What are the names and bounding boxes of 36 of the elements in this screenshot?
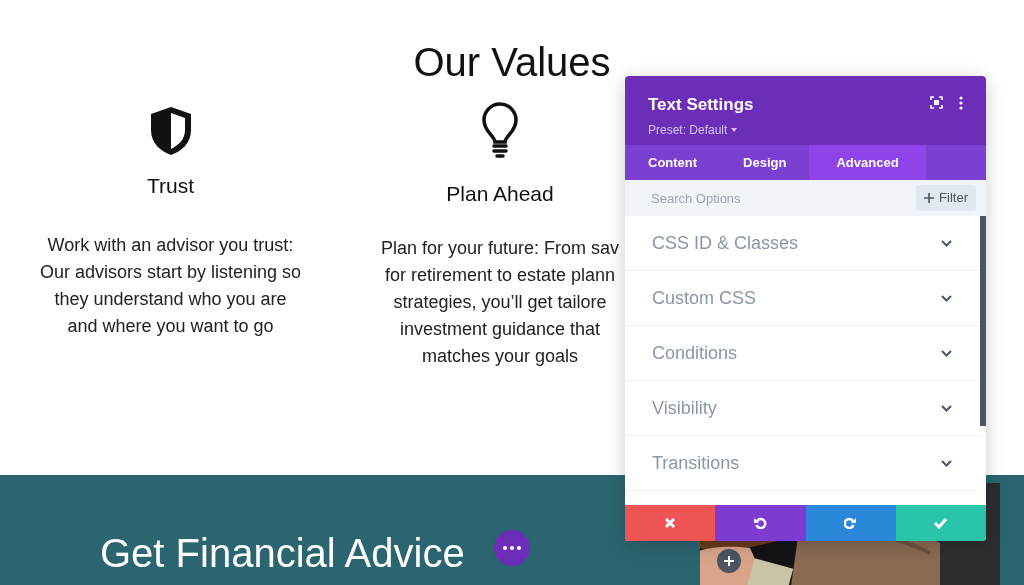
more-options-icon[interactable] bbox=[959, 96, 963, 110]
redo-button[interactable] bbox=[805, 505, 896, 541]
settings-section[interactable]: CSS ID & Classes bbox=[625, 216, 980, 271]
value-title: Trust bbox=[146, 173, 195, 199]
banner-title: Get Financial Advice bbox=[100, 533, 465, 573]
undo-icon bbox=[753, 517, 767, 529]
ellipsis-icon bbox=[503, 546, 521, 550]
plus-icon bbox=[724, 556, 734, 566]
settings-section[interactable]: Visibility bbox=[625, 381, 980, 436]
value-description: Plan for your future: From sav for retirement to estate plann strategies, you’ll get tailore investment guidance that matches your goals bbox=[380, 236, 620, 368]
redo-icon bbox=[844, 517, 858, 529]
plus-icon bbox=[924, 193, 935, 203]
chevron-down-icon bbox=[941, 239, 952, 247]
chevron-down-icon bbox=[941, 294, 952, 302]
undo-button[interactable] bbox=[715, 505, 806, 541]
chevron-down-icon bbox=[941, 349, 952, 357]
preset-dropdown[interactable]: Preset: Default bbox=[648, 120, 738, 139]
close-icon bbox=[663, 517, 677, 529]
settings-section[interactable]: Conditions bbox=[625, 326, 980, 381]
checkmark-icon bbox=[934, 517, 948, 529]
chevron-down-icon bbox=[941, 404, 952, 412]
chevron-down-icon bbox=[941, 459, 952, 467]
panel-title: Text Settings bbox=[648, 94, 754, 116]
value-description: Work with an advisor you trust: Our advisors start by listening so they understand who you are and where you want to go bbox=[39, 233, 302, 338]
section-heading: Our Values bbox=[412, 39, 612, 82]
settings-section[interactable]: Custom CSS bbox=[625, 271, 980, 326]
filter-button[interactable]: Filter bbox=[916, 185, 976, 211]
panel-tab[interactable]: Design bbox=[720, 145, 810, 180]
caret-icon bbox=[731, 127, 738, 132]
panel-tab[interactable]: Content bbox=[625, 145, 721, 180]
settings-section[interactable]: Transitions bbox=[625, 436, 980, 491]
value-title: Plan Ahead bbox=[446, 181, 554, 207]
fullscreen-icon[interactable] bbox=[930, 96, 943, 109]
scrollbar-thumb[interactable] bbox=[980, 216, 986, 426]
cancel-button[interactable] bbox=[625, 505, 716, 541]
panel-tab[interactable]: Advanced bbox=[809, 145, 926, 180]
